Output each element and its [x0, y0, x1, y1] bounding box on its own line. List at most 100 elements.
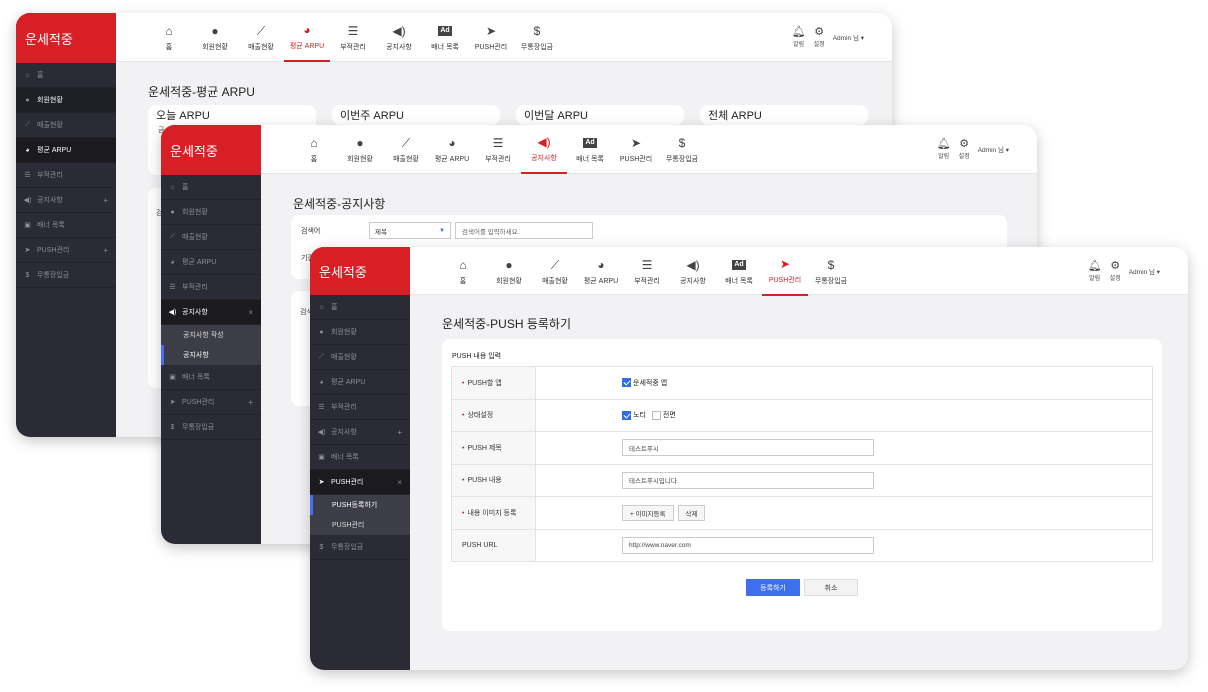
submenu-item[interactable]: PUSH관리 [310, 515, 410, 535]
form-row-image: • 내용 이미지 등록 + 이미지등록 삭제 [451, 496, 1153, 530]
noti-checkbox[interactable] [622, 410, 631, 420]
cancel-button[interactable]: 취소 [804, 579, 858, 596]
sidebar-item-ad[interactable]: ▣ 배너 목록 [310, 445, 410, 470]
submenu-item[interactable]: 공지사항 작성 [161, 325, 261, 345]
tab-user[interactable]: ● 회원현황 [337, 125, 383, 174]
pie-icon: ◕ [448, 136, 456, 150]
tab-home[interactable]: ⌂ 홈 [146, 13, 192, 62]
full-checkbox[interactable] [651, 410, 661, 420]
sidebar-item-home[interactable]: ⌂ 홈 [310, 295, 410, 320]
plus-icon[interactable]: + [397, 428, 402, 437]
sidebar-item-chart[interactable]: ⟋ 매출현황 [310, 345, 410, 370]
tab-home[interactable]: ⌂ 홈 [291, 125, 337, 174]
sidebar-item-user[interactable]: ● 회원현황 [161, 200, 261, 225]
tab-coin[interactable]: $ 무통장입금 [659, 125, 705, 174]
submenu-item[interactable]: 공지사항 [161, 345, 261, 365]
admin-menu[interactable]: Admin 님 ▾ [1129, 266, 1160, 276]
brand-logo[interactable]: 운세적중 [16, 13, 116, 63]
sidebar-item-coin[interactable]: $ 무통장입금 [310, 535, 410, 560]
submit-button[interactable]: 등록하기 [746, 579, 800, 596]
tab-label: 공지사항 [386, 44, 412, 51]
tab-list[interactable]: ☰ 부적관리 [330, 13, 376, 62]
sidebar-item-ad[interactable]: ▣ 배너 목록 [161, 365, 261, 390]
sidebar-item-list[interactable]: ☰ 부적관리 [161, 275, 261, 300]
search-type-select[interactable]: 제목 ▼ [369, 222, 451, 239]
tab-chart[interactable]: ⟋ 매출현황 [532, 247, 578, 296]
admin-menu[interactable]: Admin 님 ▾ [978, 144, 1009, 154]
alert-label: 알림 [793, 42, 805, 48]
tab-pie[interactable]: ◕ 평균 ARPU [284, 13, 330, 62]
add-image-button[interactable]: + 이미지등록 [622, 504, 674, 521]
tab-ad[interactable]: Ad 배너 목록 [716, 247, 762, 296]
settings-button[interactable]: ⚙ 설정 [814, 25, 825, 48]
submenu-item[interactable]: PUSH등록하기 [310, 495, 410, 515]
sidebar-item-user[interactable]: ● 회원현황 [310, 320, 410, 345]
push-url-input[interactable]: http://www.naver.com [622, 536, 874, 554]
sidebar-item-speaker[interactable]: ◀) 공지사항 × [161, 300, 261, 325]
tab-user[interactable]: ● 회원현황 [192, 13, 238, 62]
sidebar-item-send[interactable]: ➤ PUSH관리 + [161, 390, 261, 415]
settings-button[interactable]: ⚙ 설정 [1110, 259, 1121, 282]
push-body-input[interactable]: 테스트푸시입니다. [622, 471, 874, 489]
sidebar-item-coin[interactable]: $ 무통장입금 [16, 263, 116, 288]
sidebar-item-pie[interactable]: ◕ 평균 ARPU [16, 138, 116, 163]
plus-icon[interactable]: + [248, 398, 253, 407]
delete-image-button[interactable]: 삭제 [677, 504, 706, 521]
settings-button[interactable]: ⚙ 설정 [959, 137, 970, 160]
sidebar-item-send[interactable]: ➤ PUSH관리 × [310, 470, 410, 495]
sidebar-item-ad[interactable]: ▣ 배너 목록 [16, 213, 116, 238]
tab-chart[interactable]: ⟋ 매출현황 [383, 125, 429, 174]
tab-speaker[interactable]: ◀) 공지사항 [521, 125, 567, 174]
header-actions: 🔔︎ 알림 ⚙ 설정 Admin 님 ▾ [792, 25, 864, 48]
bell-icon: 🔔︎ [791, 26, 806, 38]
tab-label: PUSH관리 [619, 156, 653, 163]
close-icon[interactable]: × [397, 478, 402, 487]
sidebar-item-chart[interactable]: ⟋ 매출현황 [16, 113, 116, 138]
close-icon[interactable]: × [248, 308, 253, 317]
admin-menu[interactable]: Admin 님 ▾ [833, 32, 864, 42]
tab-user[interactable]: ● 회원현황 [486, 247, 532, 296]
push-form-table: • PUSH할 앱 운세적중 앱 • 상태설정 노티 전면 • PUSH 제목 테스트푸… [451, 366, 1153, 562]
tab-send[interactable]: ➤ PUSH관리 [613, 125, 659, 174]
tab-ad[interactable]: Ad 배너 목록 [422, 13, 468, 62]
app-checkbox[interactable] [622, 378, 631, 388]
tab-ad[interactable]: Ad 배너 목록 [567, 125, 613, 174]
tab-pie[interactable]: ◕ 평균 ARPU [578, 247, 624, 296]
tab-pie[interactable]: ◕ 평균 ARPU [429, 125, 475, 174]
tab-list[interactable]: ☰ 부적관리 [475, 125, 521, 174]
brand-logo[interactable]: 운세적중 [310, 247, 410, 295]
tab-coin[interactable]: $ 무통장입금 [808, 247, 854, 296]
tab-speaker[interactable]: ◀) 공지사항 [670, 247, 716, 296]
sidebar-item-home[interactable]: ⌂ 홈 [16, 63, 116, 88]
tab-chart[interactable]: ⟋ 매출현황 [238, 13, 284, 62]
gear-icon: ⚙ [814, 26, 825, 38]
sidebar-item-pie[interactable]: ◕ 평균 ARPU [161, 250, 261, 275]
sidebar-item-pie[interactable]: ◕ 평균 ARPU [310, 370, 410, 395]
sidebar-item-user[interactable]: ● 회원현황 [16, 88, 116, 113]
sidebar-item-send[interactable]: ➤ PUSH관리 + [16, 238, 116, 263]
tab-speaker[interactable]: ◀) 공지사항 [376, 13, 422, 62]
sidebar-item-coin[interactable]: $ 무통장입금 [161, 415, 261, 440]
search-input[interactable]: 검색어를 입력하세요. [455, 222, 593, 239]
tab-home[interactable]: ⌂ 홈 [440, 247, 486, 296]
alert-button[interactable]: 🔔︎ 알림 [937, 137, 951, 160]
sidebar-item-label: 홈 [182, 184, 189, 191]
sidebar-item-label: 회원현황 [37, 97, 63, 104]
push-title-input[interactable]: 테스트푸시 [622, 439, 874, 457]
alert-button[interactable]: 🔔︎ 알림 [792, 25, 806, 48]
sidebar-item-list[interactable]: ☰ 부적관리 [16, 163, 116, 188]
sidebar-item-list[interactable]: ☰ 부적관리 [310, 395, 410, 420]
tab-coin[interactable]: $ 무통장입금 [514, 13, 560, 62]
tab-list[interactable]: ☰ 부적관리 [624, 247, 670, 296]
sidebar-item-speaker[interactable]: ◀) 공지사항 + [310, 420, 410, 445]
plus-icon[interactable]: + [103, 246, 108, 255]
sidebar-item-chart[interactable]: ⟋ 매출현황 [161, 225, 261, 250]
pie-icon: ◕ [170, 258, 175, 266]
tab-send[interactable]: ➤ PUSH관리 [762, 247, 808, 296]
sidebar-item-speaker[interactable]: ◀) 공지사항 + [16, 188, 116, 213]
plus-icon[interactable]: + [103, 196, 108, 205]
brand-logo[interactable]: 운세적중 [161, 125, 261, 175]
alert-button[interactable]: 🔔︎ 알림 [1088, 259, 1102, 282]
tab-send[interactable]: ➤ PUSH관리 [468, 13, 514, 62]
sidebar-item-home[interactable]: ⌂ 홈 [161, 175, 261, 200]
